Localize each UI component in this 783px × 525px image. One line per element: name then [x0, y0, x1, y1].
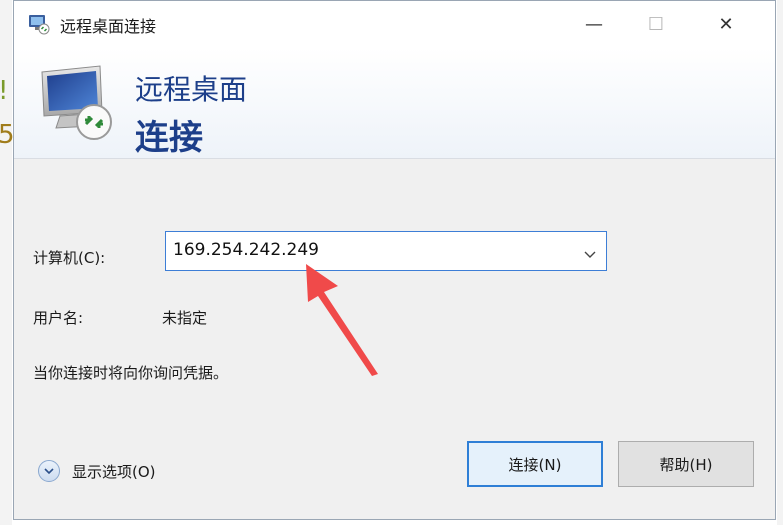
computer-label: 计算机(C):: [33, 249, 106, 267]
username-value: 未指定: [162, 309, 208, 327]
username-label: 用户名:: [33, 309, 84, 327]
window-title: 远程桌面连接: [60, 17, 157, 36]
expand-circle-icon[interactable]: [38, 460, 60, 482]
minimize-button[interactable]: —: [571, 1, 617, 48]
help-button[interactable]: 帮助(H): [618, 441, 754, 487]
chevron-down-icon[interactable]: [584, 245, 596, 258]
header-banner: 远程桌面 连接: [14, 48, 775, 159]
remote-desktop-icon: [28, 13, 50, 35]
credentials-prompt: 当你连接时将向你询问凭据。: [33, 364, 229, 382]
banner-subtitle: 连接: [135, 118, 203, 158]
close-button[interactable]: ✕: [703, 1, 749, 48]
background-app-edge-right: [777, 0, 783, 525]
title-bar[interactable]: 远程桌面连接 — ☐ ✕: [14, 1, 775, 48]
banner-title: 远程桌面: [135, 73, 248, 106]
background-app-glyph: !: [0, 76, 8, 106]
connect-button[interactable]: 连接(N): [467, 441, 603, 487]
computer-input[interactable]: 169.254.242.249: [173, 240, 319, 260]
maximize-button[interactable]: ☐: [633, 1, 679, 48]
background-app-edge: ! 5: [0, 0, 15, 525]
show-options-label[interactable]: 显示选项(O): [72, 461, 156, 482]
show-options-toggle[interactable]: 显示选项(O): [38, 459, 156, 483]
computer-combobox[interactable]: 169.254.242.249: [165, 231, 607, 271]
remote-desktop-monitor-icon: [38, 64, 122, 144]
remote-desktop-dialog: 远程桌面连接 — ☐ ✕ 远程桌面 连接 计算机(C): 169.254.242…: [13, 0, 776, 520]
